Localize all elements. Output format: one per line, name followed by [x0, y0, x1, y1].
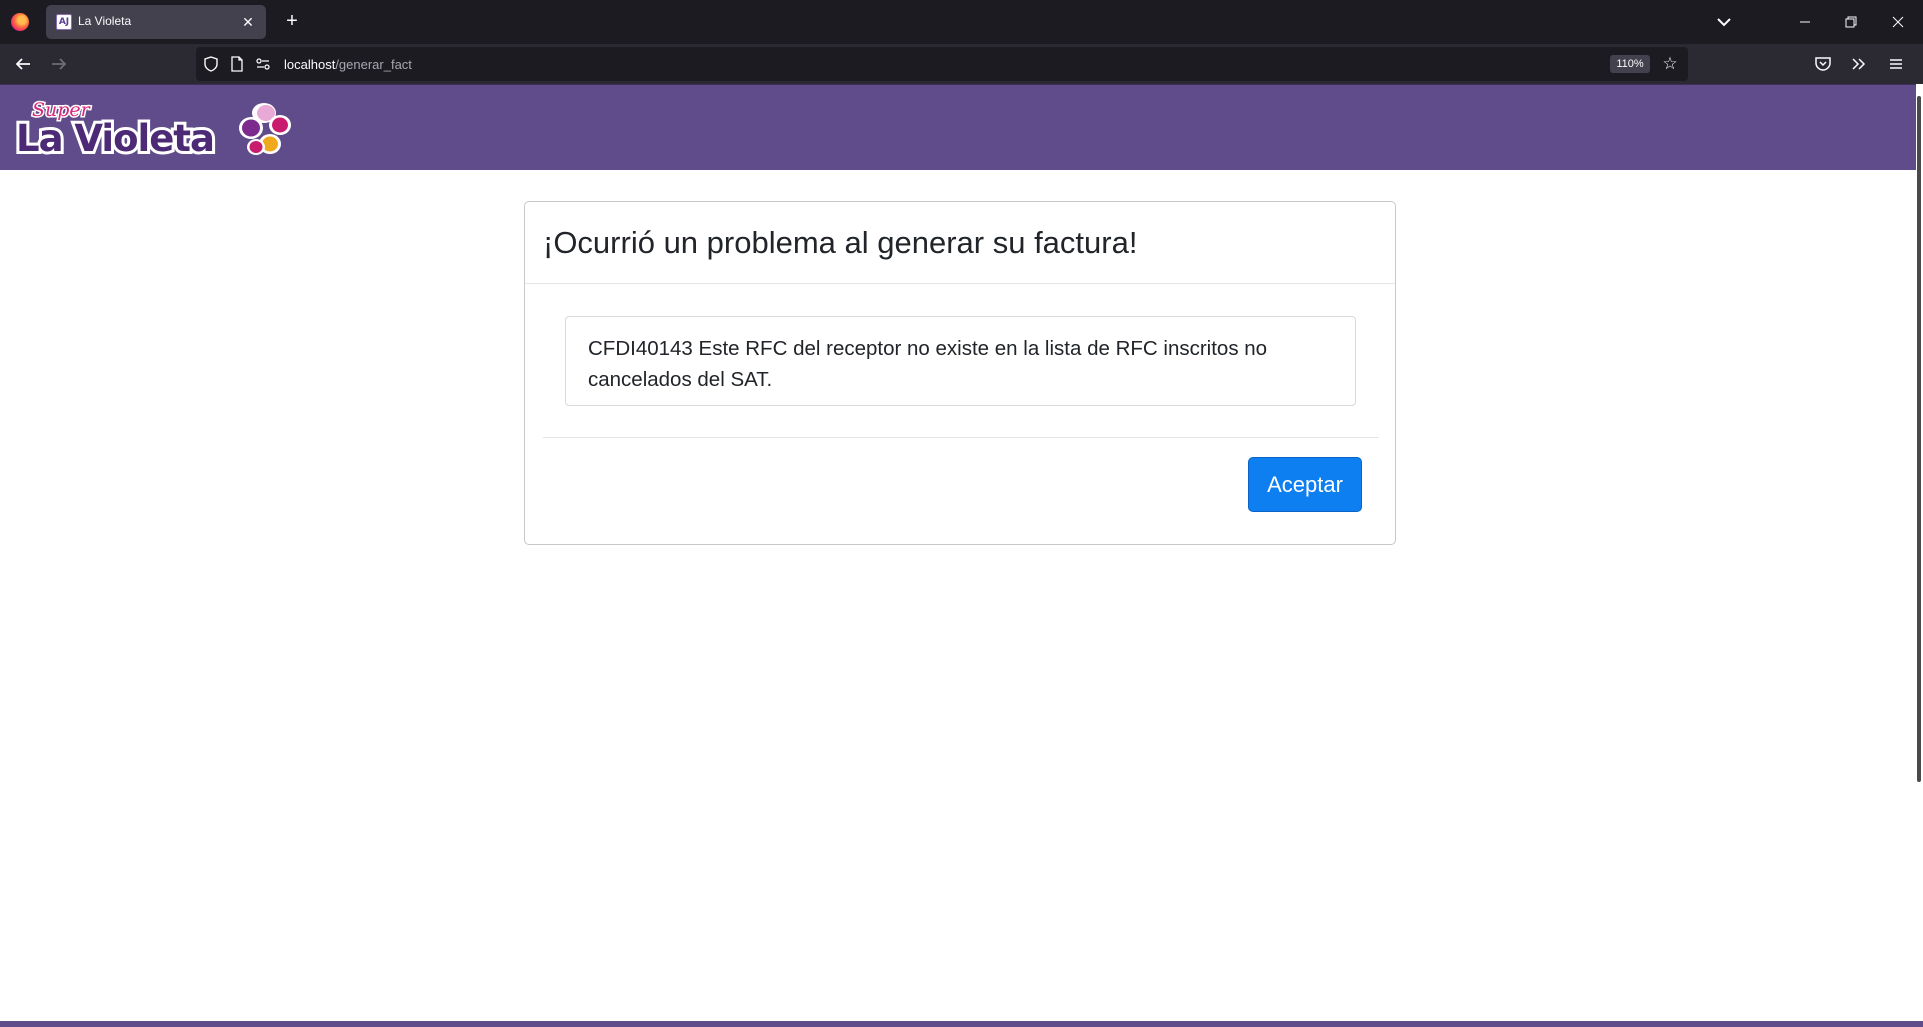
- site-header: Super La Violeta: [0, 84, 1916, 170]
- list-all-tabs-chevron-icon[interactable]: [1712, 10, 1736, 34]
- browser-navbar: localhost/generar_fact 110% ☆: [0, 44, 1923, 84]
- url-text[interactable]: localhost/generar_fact: [284, 57, 412, 72]
- page-title: ¡Ocurrió un problema al generar su factu…: [543, 225, 1138, 260]
- back-arrow-icon[interactable]: [11, 52, 35, 76]
- la-violeta-logo[interactable]: Super La Violeta: [13, 95, 294, 163]
- minimize-window-icon[interactable]: [1793, 10, 1817, 34]
- error-message: CFDI40143 Este RFC del receptor no exist…: [565, 316, 1356, 406]
- card-header: ¡Ocurrió un problema al generar su factu…: [525, 202, 1395, 284]
- forward-arrow-icon[interactable]: [47, 52, 71, 76]
- tracking-protection-shield-icon[interactable]: [202, 55, 220, 73]
- accept-button[interactable]: Aceptar: [1248, 457, 1362, 512]
- close-tab-icon[interactable]: ✕: [238, 12, 258, 32]
- page-info-icon[interactable]: [228, 55, 246, 73]
- url-path: /generar_fact: [335, 57, 412, 72]
- browser-tab-active[interactable]: AJ La Violeta ✕: [46, 5, 266, 39]
- permissions-icon[interactable]: [254, 55, 272, 73]
- scrollbar-thumb[interactable]: [1917, 96, 1921, 782]
- error-card: ¡Ocurrió un problema al generar su factu…: [524, 201, 1396, 545]
- tab-title: La Violeta: [78, 14, 132, 28]
- card-divider: [543, 437, 1379, 438]
- logo-main-text: La Violeta: [16, 117, 214, 160]
- footer-strip: [0, 1021, 1923, 1027]
- url-host: localhost: [284, 57, 336, 72]
- zoom-level-badge[interactable]: 110%: [1610, 55, 1650, 73]
- new-tab-plus-icon[interactable]: +: [280, 10, 304, 34]
- close-window-icon[interactable]: [1886, 10, 1910, 34]
- bookmark-star-icon[interactable]: ☆: [1659, 53, 1681, 75]
- tab-favicon-icon: AJ: [56, 14, 72, 30]
- hamburger-menu-icon[interactable]: [1884, 52, 1908, 76]
- firefox-logo-icon[interactable]: [11, 13, 29, 31]
- extensions-overflow-icon[interactable]: [1847, 52, 1871, 76]
- pocket-icon[interactable]: [1811, 52, 1835, 76]
- address-bar[interactable]: localhost/generar_fact 110% ☆: [196, 47, 1688, 81]
- restore-window-icon[interactable]: [1838, 10, 1862, 34]
- browser-tabbar: AJ La Violeta ✕ +: [0, 0, 1923, 44]
